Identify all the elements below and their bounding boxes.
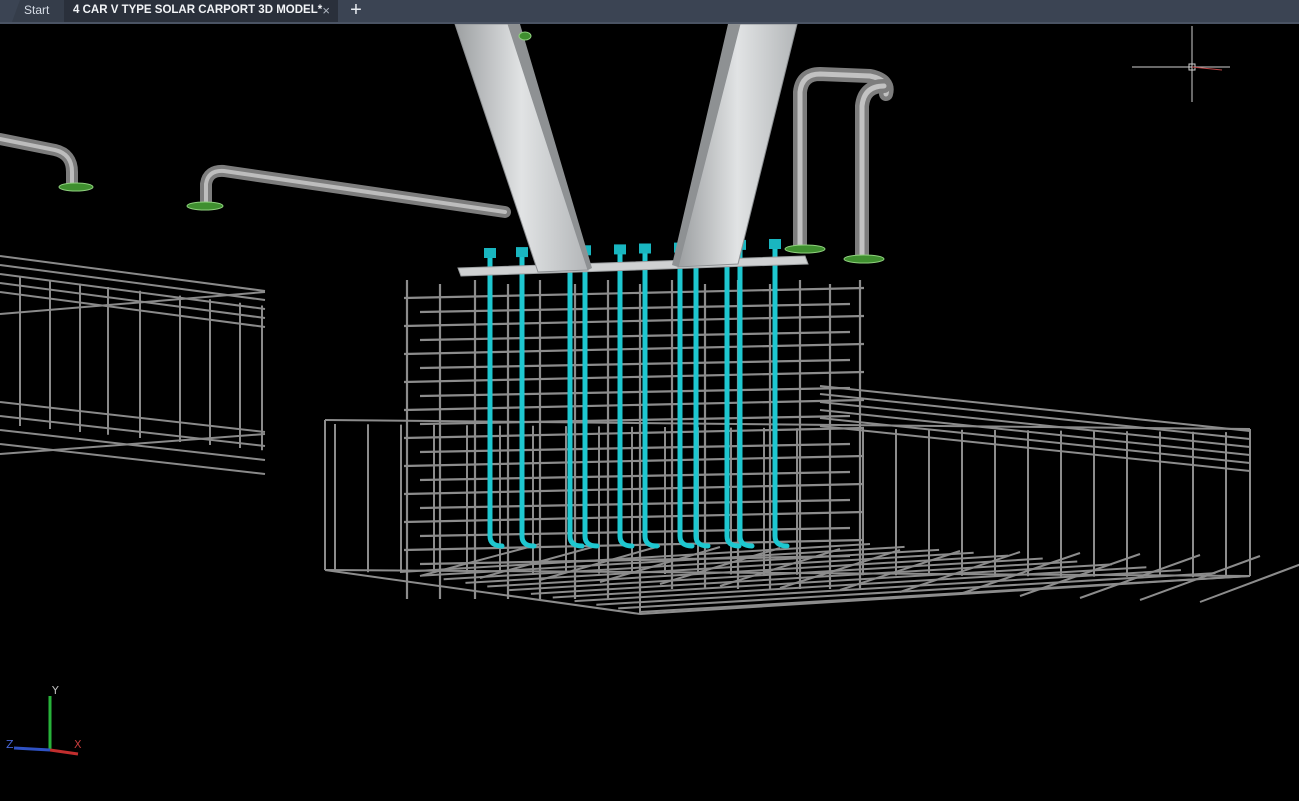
ucs-icon: Y X Z (6, 684, 82, 756)
model-viewport[interactable]: Y X Z (0, 24, 1299, 801)
rebar (403, 482, 865, 496)
rebar (1139, 555, 1261, 601)
ucs-z-label: Z (6, 738, 14, 751)
rebar (0, 433, 266, 455)
rebar (0, 401, 266, 433)
rebar (419, 358, 851, 370)
pedestal-rebar-cage (403, 280, 865, 599)
anchor-bolt (693, 247, 711, 549)
rebar (403, 286, 865, 300)
rebar (419, 302, 851, 314)
rebar (0, 282, 266, 319)
anchor-bolt (582, 250, 600, 549)
rebar (419, 498, 851, 510)
anchor-bolt (677, 248, 695, 549)
document-tab-bar: Start 4 CAR V TYPE SOLAR CARPORT 3D MODE… (0, 0, 1299, 24)
rebar (403, 426, 865, 440)
rebar (403, 314, 865, 328)
anchor-nut (516, 247, 528, 258)
rebar (0, 443, 266, 475)
rebar (419, 386, 851, 398)
rebar (419, 526, 851, 538)
pipe-right-b (855, 79, 891, 261)
anchor-nut (614, 244, 626, 255)
anchor-nut (484, 248, 496, 258)
anchor-nut (769, 239, 781, 249)
tab-start-label: Start (24, 3, 50, 17)
tab-active-drawing[interactable]: 4 CAR V TYPE SOLAR CARPORT 3D MODEL* × (64, 0, 338, 22)
anchor-nut (639, 243, 651, 254)
ucs-x-label: X (74, 738, 82, 751)
rebar (419, 470, 851, 482)
rebar (403, 510, 865, 524)
rebar (0, 255, 266, 292)
left-footing-rebar-cage (0, 255, 266, 475)
rebar (0, 291, 266, 328)
crosshair-cursor-icon (1132, 26, 1230, 102)
rebar (403, 370, 865, 384)
column-leg-right (677, 24, 798, 268)
rebar (419, 330, 851, 342)
rebar (403, 454, 865, 468)
close-icon[interactable]: × (322, 0, 330, 21)
rebar (0, 415, 266, 447)
rebar (403, 342, 865, 356)
pipe-right-a (793, 67, 894, 253)
rebar (403, 398, 865, 412)
ucs-y-label: Y (51, 684, 59, 697)
base-plate (457, 255, 809, 277)
anchor-bolt (642, 249, 660, 549)
anchor-bolt (617, 249, 635, 549)
rebar (419, 442, 851, 454)
model-canvas: Y X Z (0, 24, 1299, 756)
new-tab-button[interactable]: + (346, 0, 366, 21)
tab-start[interactable]: Start (12, 0, 64, 22)
tab-drawing-label: 4 CAR V TYPE SOLAR CARPORT 3D MODEL* (73, 4, 323, 16)
